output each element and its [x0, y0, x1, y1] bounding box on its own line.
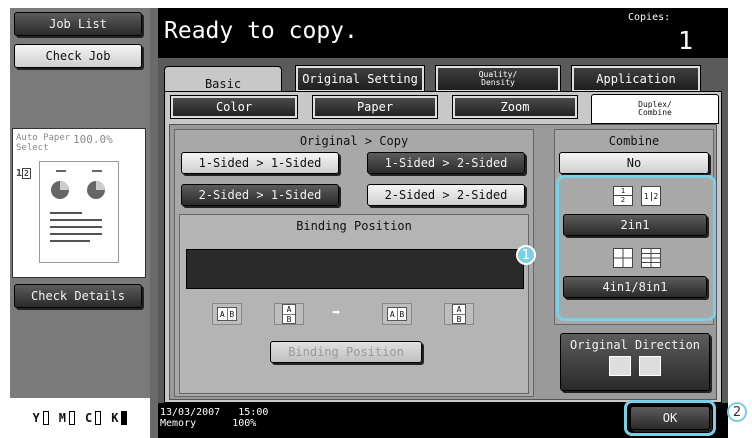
binding-top-output-button[interactable]: AB [444, 303, 474, 325]
job-list-button[interactable]: Job List [14, 12, 142, 36]
direction-portrait-icon [609, 356, 631, 376]
toner-m: M [59, 411, 75, 426]
original-direction-label: Original Direction [569, 338, 701, 352]
toner-k: K [111, 411, 128, 426]
basic-panel: Color Paper Zoom Duplex/Combine Original… [164, 91, 722, 403]
status-title: Ready to copy. [164, 18, 358, 44]
two-sided-to-one-sided-button[interactable]: 2-Sided > 1-Sided [181, 184, 339, 206]
ab-horizontal-icon: AB [217, 307, 237, 321]
subtab-duplex-combine[interactable]: Duplex/Combine [591, 94, 719, 124]
zoom-readout: 100.0% [73, 133, 113, 146]
original-direction-icons [609, 356, 661, 376]
tab-quality-label: Quality/Density [479, 71, 518, 87]
original-copy-section: Original > Copy 1-Sided > 1-Sided 1-Side… [174, 129, 534, 397]
footer-datetime: 13/03/2007 15:00 Memory 100% [160, 407, 268, 429]
arrow-right-icon: ➡ [332, 305, 341, 321]
subtab-zoom-label: Zoom [500, 100, 530, 114]
ab-a: A [453, 305, 465, 315]
footer-time: 15:00 [238, 407, 269, 418]
tab-quality-density[interactable]: Quality/Density [435, 65, 561, 93]
original-copy-title: Original > Copy [299, 134, 409, 148]
subtab-duplex-label: Duplex/Combine [638, 101, 672, 117]
two-sided-to-two-sided-button[interactable]: 2-Sided > 2-Sided [367, 184, 525, 206]
ab-a: A [388, 308, 398, 320]
ab-b: B [399, 309, 405, 319]
tab-original-setting[interactable]: Original Setting [295, 65, 425, 93]
check-details-button[interactable]: Check Details [14, 284, 142, 308]
main-panel: Basic Original Setting Quality/Density A… [158, 58, 728, 403]
page-total: 2 [22, 168, 31, 179]
binding-preview [186, 249, 524, 289]
toner-bar-icon [95, 411, 102, 426]
header-bar: Ready to copy. Copies: 1 [158, 8, 728, 58]
ab-a: A [283, 305, 295, 315]
output-thumbnail-icon [39, 161, 119, 263]
subtab-zoom[interactable]: Zoom [452, 95, 578, 119]
toner-bar-icon [69, 411, 75, 426]
subtab-paper-label: Paper [356, 100, 394, 114]
status-preview: Auto Paper Select 100.0% 12 [12, 128, 146, 278]
auto-paper-label: Auto Paper [16, 133, 71, 143]
copier-screen: Job List Check Job Auto Paper Select 100… [10, 8, 728, 438]
tab-basic-label: Basic [204, 76, 242, 91]
page-indicator: 12 [16, 168, 31, 179]
binding-left-output-button[interactable]: AB [382, 303, 412, 325]
ab-vertical-icon: AB [452, 304, 466, 324]
combine-highlight [556, 175, 716, 321]
toner-bar-icon [42, 411, 49, 426]
density-line: Density [481, 78, 515, 87]
one-sided-to-two-sided-button[interactable]: 1-Sided > 2-Sided [367, 152, 525, 174]
paper-info: Auto Paper Select [16, 133, 70, 153]
binding-left-button[interactable]: AB [212, 303, 242, 325]
ab-b: B [456, 315, 462, 324]
tab-application[interactable]: Application [571, 65, 701, 93]
original-direction-button[interactable]: Original Direction [560, 333, 710, 391]
footer-memory-label: Memory [160, 418, 197, 429]
combine-line: Combine [638, 108, 672, 117]
subtab-paper[interactable]: Paper [312, 95, 438, 119]
ab-b: B [286, 315, 292, 324]
binding-position-section: Binding Position AB AB ➡ AB A B Binding … [179, 214, 529, 394]
copies-value: 1 [678, 26, 694, 55]
copies-label: Copies: [628, 12, 671, 23]
footer-date: 13/03/2007 [160, 407, 221, 418]
ok-button[interactable]: OK [630, 406, 710, 430]
callout-2: 2 [727, 402, 747, 422]
tab-original-setting-label: Original Setting [302, 72, 418, 86]
footer-memory-value: 100% [232, 418, 257, 429]
binding-position-title: Binding Position [296, 219, 412, 233]
combine-title: Combine [608, 134, 660, 148]
toner-c: C [85, 411, 102, 426]
ab-horizontal-icon: AB [387, 307, 407, 321]
check-job-button[interactable]: Check Job [14, 44, 142, 68]
ab-a: A [218, 308, 228, 320]
subtab-color-label: Color [215, 100, 253, 114]
binding-position-button[interactable]: Binding Position [270, 341, 422, 363]
callout-1: 1 [516, 245, 536, 265]
toner-y: Y [33, 411, 49, 426]
direction-landscape-icon [639, 356, 661, 376]
combine-no-button[interactable]: No [559, 152, 709, 174]
settings-area: Original > Copy 1-Sided > 1-Sided 1-Side… [169, 124, 717, 400]
tab-application-label: Application [596, 72, 676, 86]
subtab-color[interactable]: Color [170, 95, 298, 119]
one-sided-to-one-sided-button[interactable]: 1-Sided > 1-Sided [181, 152, 339, 174]
ab-b: B [229, 309, 235, 319]
left-column: Job List Check Job Auto Paper Select 100… [10, 8, 150, 438]
toner-bar-icon [121, 411, 128, 426]
toner-levels: Y M C K [10, 398, 150, 438]
select-label: Select [16, 143, 49, 153]
binding-top-button[interactable]: AB [274, 303, 304, 325]
ab-vertical-icon: AB [282, 304, 296, 324]
